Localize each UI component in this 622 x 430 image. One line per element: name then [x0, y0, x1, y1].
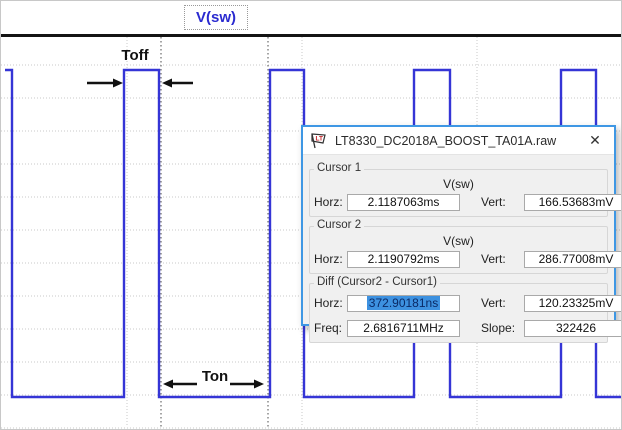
- close-icon[interactable]: ✕: [582, 130, 608, 152]
- dialog-title: LT8330_DC2018A_BOOST_TA01A.raw: [335, 134, 582, 148]
- diff-vert-text: 120.23325mV: [539, 296, 614, 310]
- annotation-arrow-head: [163, 380, 173, 389]
- diff-freq-text: 2.6816711MHz: [363, 321, 444, 335]
- diff-freq-value[interactable]: 2.6816711MHz: [347, 320, 460, 337]
- diff-slope-value[interactable]: 322426: [524, 320, 622, 337]
- ltspice-flag-icon: LT: [310, 132, 327, 149]
- ton-annotation: Ton: [187, 368, 243, 385]
- cursor2-trace-name: V(sw): [314, 234, 603, 249]
- toff-annotation: Toff: [107, 47, 163, 64]
- annotation-arrow-head: [162, 79, 172, 88]
- cursor1-trace-name: V(sw): [314, 177, 603, 192]
- diff-group-label: Diff (Cursor2 - Cursor1): [314, 276, 440, 288]
- cursor1-horz-label: Horz:: [314, 195, 347, 209]
- svg-text:LT: LT: [316, 136, 323, 143]
- cursor2-horz-value[interactable]: 2.1190792ms: [347, 251, 460, 268]
- diff-vert-value[interactable]: 120.23325mV: [524, 295, 622, 312]
- diff-freq-label: Freq:: [314, 321, 347, 335]
- cursor2-vert-label: Vert:: [481, 252, 524, 266]
- cursor1-vert-label: Vert:: [481, 195, 524, 209]
- dialog-body: Cursor 1 V(sw) Horz: 2.1187063ms Vert: 1…: [303, 155, 614, 343]
- cursor-dialog[interactable]: LT LT8330_DC2018A_BOOST_TA01A.raw ✕ Curs…: [301, 125, 616, 326]
- cursor2-horz-text: 2.1190792ms: [368, 252, 440, 266]
- dialog-titlebar[interactable]: LT LT8330_DC2018A_BOOST_TA01A.raw ✕: [303, 127, 614, 155]
- diff-group: Diff (Cursor2 - Cursor1) Horz: 372.90181…: [309, 283, 608, 343]
- diff-horz-text: 372.90181ns: [367, 296, 440, 310]
- diff-slope-label: Slope:: [481, 321, 524, 335]
- diff-slope-text: 322426: [556, 321, 596, 335]
- cursor1-vert-value[interactable]: 166.53683mV: [524, 194, 622, 211]
- cursor1-group-label: Cursor 1: [314, 162, 364, 174]
- cursor1-horz-value[interactable]: 2.1187063ms: [347, 194, 460, 211]
- diff-horz-value[interactable]: 372.90181ns: [347, 295, 460, 312]
- cursor1-vert-text: 166.53683mV: [539, 195, 614, 209]
- annotation-arrow-head: [254, 380, 264, 389]
- cursor2-vert-text: 286.77008mV: [539, 252, 614, 266]
- annotation-arrow-head: [113, 79, 123, 88]
- diff-horz-label: Horz:: [314, 296, 347, 310]
- cursor2-horz-label: Horz:: [314, 252, 347, 266]
- cursor2-vert-value[interactable]: 286.77008mV: [524, 251, 622, 268]
- cursor1-horz-text: 2.1187063ms: [368, 195, 440, 209]
- ltspice-waveform-window: V(sw) Toff Ton LT LT8330_DC2018A_BOOST_T…: [0, 0, 622, 430]
- cursor2-group: Cursor 2 V(sw) Horz: 2.1190792ms Vert: 2…: [309, 226, 608, 274]
- diff-vert-label: Vert:: [481, 296, 524, 310]
- cursor2-group-label: Cursor 2: [314, 219, 364, 231]
- cursor1-group: Cursor 1 V(sw) Horz: 2.1187063ms Vert: 1…: [309, 169, 608, 217]
